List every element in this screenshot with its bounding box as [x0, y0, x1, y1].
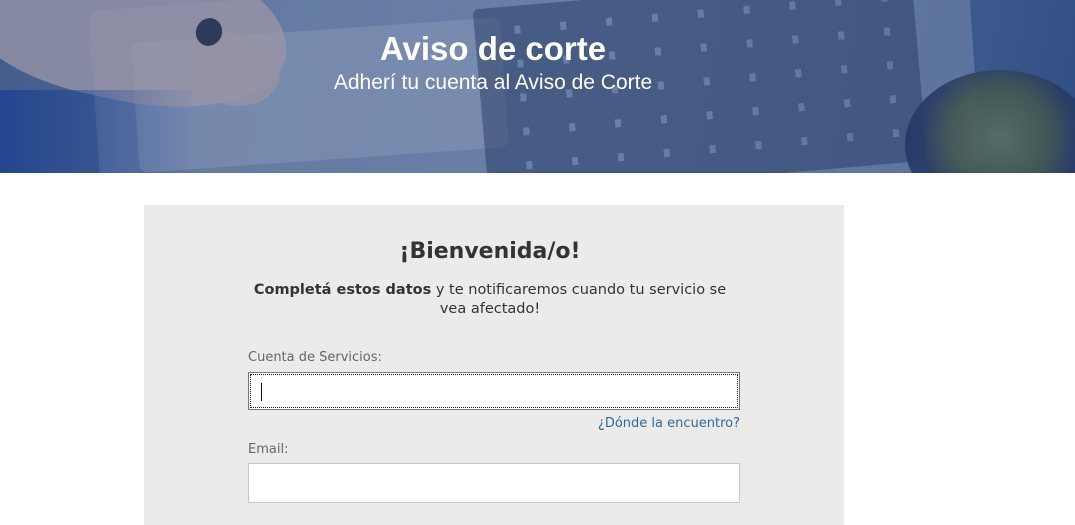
account-input[interactable] — [248, 372, 740, 410]
account-label: Cuenta de Servicios: — [248, 350, 382, 365]
intro-text: Completá estos datos y te notificaremos … — [244, 281, 736, 319]
email-input[interactable] — [248, 463, 740, 503]
text-cursor — [261, 383, 262, 401]
email-label: Email: — [248, 442, 289, 457]
welcome-heading: ¡Bienvenida/o! — [399, 239, 581, 264]
signup-card: ¡Bienvenida/o! Completá estos datos y te… — [144, 205, 844, 525]
page-subtitle: Adherí tu cuenta al Aviso de Corte — [333, 71, 653, 94]
page-title: Aviso de corte — [379, 30, 607, 67]
intro-text-bold: Completá estos datos — [253, 282, 432, 298]
hero-banner: Aviso de corte Adherí tu cuenta al Aviso… — [0, 0, 1075, 173]
where-to-find-link[interactable]: ¿Dónde la encuentro? — [598, 416, 740, 431]
intro-text-rest: y te notificaremos cuando tu servicio se… — [431, 282, 727, 317]
